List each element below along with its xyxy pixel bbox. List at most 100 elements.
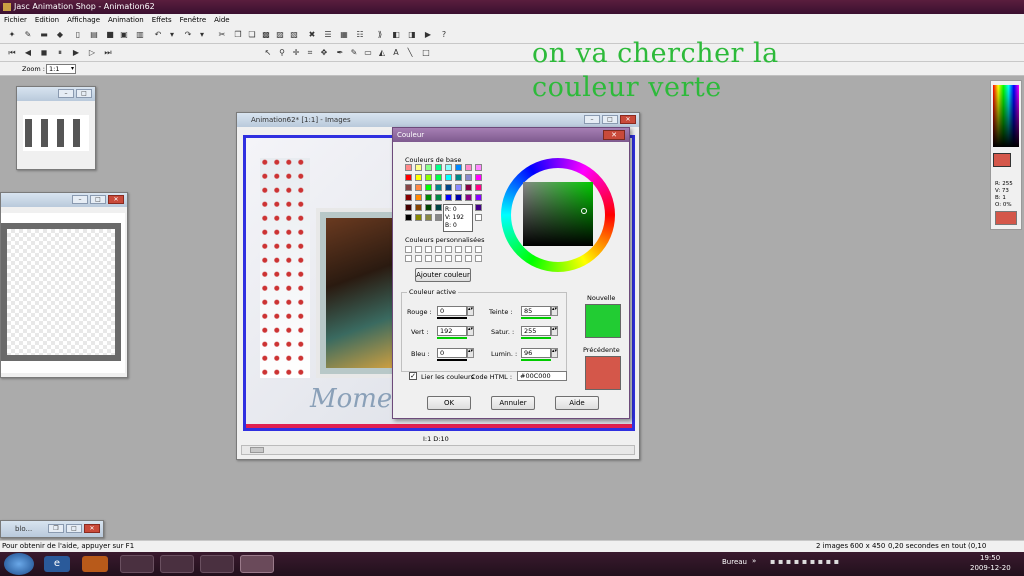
custom-color-swatch[interactable] [445, 255, 452, 262]
link-colors-checkbox[interactable]: ✓ [409, 372, 417, 380]
basic-color-swatch[interactable] [475, 204, 482, 211]
teinte-spinner[interactable]: ▴▾ [551, 306, 558, 316]
vert-input[interactable]: 192 [437, 326, 467, 336]
paste-after-icon[interactable]: ▧ [288, 29, 300, 41]
next-frame-icon[interactable]: ▷ [86, 47, 98, 59]
basic-color-swatch[interactable] [475, 174, 482, 181]
horizontal-scrollbar[interactable] [241, 445, 635, 455]
prev-frame-icon[interactable]: ◀ [22, 47, 34, 59]
basic-color-swatch[interactable] [435, 164, 442, 171]
zoom-icon[interactable]: ⚲ [276, 47, 288, 59]
messenger-taskbar-button[interactable] [200, 555, 234, 573]
undo-icon[interactable]: ↶ [152, 29, 164, 41]
basic-color-swatch[interactable] [455, 184, 462, 191]
custom-color-swatch[interactable] [455, 255, 462, 262]
basic-color-swatch[interactable] [415, 174, 422, 181]
save-icon[interactable]: ■ [104, 29, 116, 41]
basic-color-swatch[interactable] [445, 194, 452, 201]
redo-icon[interactable]: ↷ [182, 29, 194, 41]
close-icon[interactable]: ✕ [108, 195, 124, 204]
chevron-right-icon[interactable]: » [752, 557, 756, 565]
custom-color-swatch[interactable] [415, 255, 422, 262]
custom-color-swatch[interactable] [435, 246, 442, 253]
custom-color-swatch[interactable] [425, 246, 432, 253]
frame-properties-icon[interactable]: ☰ [322, 29, 334, 41]
basic-color-swatch[interactable] [415, 164, 422, 171]
print-icon[interactable]: ▥ [134, 29, 146, 41]
help-context-icon[interactable]: ? [438, 29, 450, 41]
menu-animation[interactable]: Animation [108, 14, 144, 26]
pause-icon[interactable]: ⏸ [54, 47, 66, 59]
ok-button[interactable]: OK [427, 396, 471, 410]
paste-icon[interactable]: ❏ [246, 29, 258, 41]
animation-shop-taskbar-button[interactable] [240, 555, 274, 573]
text-tool-icon[interactable]: A [390, 47, 402, 59]
undo-dropdown-icon[interactable]: ▾ [166, 29, 178, 41]
basic-color-swatch[interactable] [435, 184, 442, 191]
maximize-icon[interactable]: □ [76, 89, 92, 98]
system-tray-icons[interactable]: ▪ ▪ ▪ ▪ ▪ ▪ ▪ ▪ ▪ [770, 557, 839, 566]
basic-color-swatch[interactable] [435, 174, 442, 181]
basic-color-swatch[interactable] [405, 194, 412, 201]
custom-color-swatch[interactable] [475, 255, 482, 262]
rectangle-tool-icon[interactable]: □ [420, 47, 432, 59]
basic-color-swatch[interactable] [455, 174, 462, 181]
dropper-icon[interactable]: ✒ [334, 47, 346, 59]
basic-color-swatch[interactable] [425, 174, 432, 181]
menu-edition[interactable]: Edition [35, 14, 59, 26]
custom-color-swatch[interactable] [465, 255, 472, 262]
basic-color-swatch[interactable] [435, 194, 442, 201]
menu-fenetre[interactable]: Fenêtre [180, 14, 206, 26]
basic-color-swatch[interactable] [465, 184, 472, 191]
paste-before-icon[interactable]: ▨ [274, 29, 286, 41]
basic-color-swatch[interactable] [415, 214, 422, 221]
app-taskbar-button-1[interactable] [120, 555, 154, 573]
basic-color-swatch[interactable] [475, 194, 482, 201]
basic-color-swatch[interactable] [415, 204, 422, 211]
transition-icon[interactable]: ⟫ [374, 29, 386, 41]
explorer-taskbar-button[interactable] [160, 555, 194, 573]
custom-color-swatch[interactable] [415, 246, 422, 253]
foreground-color-swatch[interactable] [993, 153, 1011, 167]
basic-color-swatch[interactable] [425, 194, 432, 201]
basic-color-swatch[interactable] [475, 164, 482, 171]
save-all-icon[interactable]: ▣ [118, 29, 130, 41]
view-animation-icon[interactable]: ▶ [422, 29, 434, 41]
eraser-icon[interactable]: ▭ [362, 47, 374, 59]
menu-effets[interactable]: Effets [152, 14, 172, 26]
desktop-toolbar-label[interactable]: Bureau [722, 558, 747, 566]
paintbrush-icon[interactable]: ✎ [348, 47, 360, 59]
lumin-input[interactable]: 96 [521, 348, 551, 358]
rouge-spinner[interactable]: ▴▾ [467, 306, 474, 316]
vert-spinner[interactable]: ▴▾ [467, 326, 474, 336]
image-effect-icon[interactable]: ◧ [390, 29, 402, 41]
media-player-taskbar-icon[interactable] [82, 556, 108, 572]
teinte-input[interactable]: 85 [521, 306, 551, 316]
maximize-icon[interactable]: □ [66, 524, 82, 533]
clock-time[interactable]: 19:50 [980, 554, 1000, 562]
select-arrow-icon[interactable]: ↖ [262, 47, 274, 59]
new-wizard-icon[interactable]: ✦ [6, 29, 18, 41]
basic-color-swatch[interactable] [405, 204, 412, 211]
crop-icon[interactable]: ⌗ [304, 47, 316, 59]
insert-frames-icon[interactable]: ▦ [338, 29, 350, 41]
custom-color-swatch[interactable] [445, 246, 452, 253]
satur-spinner[interactable]: ▴▾ [551, 326, 558, 336]
minimize-icon[interactable]: – [58, 89, 74, 98]
custom-color-swatch[interactable] [405, 255, 412, 262]
basic-color-swatch[interactable] [455, 194, 462, 201]
basic-color-swatch[interactable] [415, 194, 422, 201]
basic-color-swatch[interactable] [405, 184, 412, 191]
bleu-input[interactable]: 0 [437, 348, 467, 358]
menu-fichier[interactable]: Fichier [4, 14, 27, 26]
close-icon[interactable]: ✕ [84, 524, 100, 533]
basic-color-swatch[interactable] [425, 214, 432, 221]
color-wheel[interactable] [501, 158, 615, 272]
basic-color-swatch[interactable] [475, 214, 482, 221]
start-button[interactable] [4, 553, 34, 575]
banner-wizard-icon[interactable]: ▬ [38, 29, 50, 41]
basic-color-swatch[interactable] [475, 184, 482, 191]
custom-color-swatch[interactable] [475, 246, 482, 253]
first-frame-icon[interactable]: ⏮ [6, 47, 18, 59]
paste-new-icon[interactable]: ▩ [260, 29, 272, 41]
